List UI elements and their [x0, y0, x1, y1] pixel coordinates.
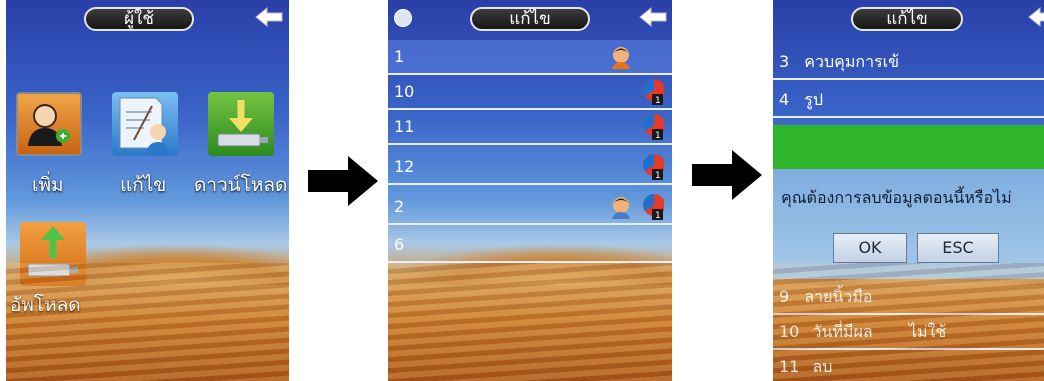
user-id: 12 [394, 157, 415, 176]
user-id: 10 [394, 82, 415, 101]
field-number: 11 [779, 357, 800, 376]
upload-icon [27, 226, 78, 277]
user-id: 2 [394, 197, 405, 216]
arrow-right-icon [308, 156, 378, 206]
download-button[interactable] [208, 92, 274, 156]
face-icon [612, 197, 630, 219]
add-user-button[interactable] [16, 92, 82, 156]
edit-user-icon [119, 97, 170, 154]
card-icon: 1 [643, 79, 664, 106]
download-icon [217, 100, 268, 147]
field-label: ควบคุมการเข้ [804, 52, 900, 71]
dialog-message: คุณต้องการลบข้อมูลตอนนี้หรือไม่ [781, 188, 1012, 207]
title-bar: ผู้ใช้ [6, 0, 289, 34]
svg-text:1: 1 [655, 211, 661, 221]
user-id: 11 [394, 117, 415, 136]
add-user-icon [28, 104, 70, 146]
field-number: 3 [779, 52, 790, 71]
field-number: 4 [779, 90, 790, 109]
field-row-effective-date[interactable]: 10 วันที่มีผล ไม่ใช้ [773, 315, 1044, 350]
upload-button[interactable] [20, 222, 86, 286]
user-row[interactable]: 12 1 [388, 150, 672, 185]
download-label: ดาวน์โหลด [194, 174, 288, 196]
confirm-dialog: คุณต้องการลบข้อมูลตอนนี้หรือไม่ OK ESC [773, 169, 1044, 279]
upload-label: อัพโหลด [10, 294, 81, 316]
field-number: 9 [779, 287, 790, 306]
back-arrow-icon[interactable] [1027, 6, 1044, 28]
user-row[interactable]: 11 1 [388, 110, 672, 145]
field-value: ไม่ใช้ [909, 322, 947, 341]
svg-text:1: 1 [655, 96, 661, 106]
menu-dot-button[interactable] [394, 9, 412, 27]
back-arrow-icon[interactable] [638, 6, 670, 28]
arrow-right-icon [692, 150, 762, 200]
card-icon: 1 [643, 194, 664, 221]
title-bar: แก้ไข [388, 0, 672, 34]
field-label: รูป [804, 90, 824, 109]
field-row-photo[interactable]: 4 รูป [773, 83, 1044, 118]
field-row-delete[interactable]: 11 ลบ [773, 350, 1044, 381]
user-row[interactable]: 6 [388, 228, 672, 263]
edit-user-button[interactable] [112, 92, 178, 156]
title-bar: แก้ไข [773, 0, 1044, 34]
user-menu-screen: ผู้ใช้ เพิ่ม แก้ไข ดาวน์โหลด อัพโหลด [6, 0, 289, 381]
edit-user-label: แก้ไข [120, 174, 167, 196]
esc-button[interactable]: ESC [917, 233, 999, 263]
field-number: 10 [779, 322, 800, 341]
field-row-fingerprint[interactable]: 9 ลายนิ้วมือ [773, 280, 1044, 315]
face-icon [612, 47, 630, 69]
field-label: ลบ [812, 357, 833, 376]
svg-text:1: 1 [655, 131, 661, 141]
back-arrow-icon[interactable] [254, 6, 286, 28]
page-title: แก้ไข [470, 7, 590, 31]
page-title: แก้ไข [851, 7, 963, 31]
card-icon: 1 [643, 154, 664, 181]
field-label: ลายนิ้วมือ [804, 287, 873, 306]
highlight-band [773, 125, 1044, 169]
page-title: ผู้ใช้ [84, 7, 194, 31]
user-row[interactable]: 2 1 [388, 190, 672, 225]
add-user-label: เพิ่ม [32, 174, 64, 196]
field-row-access-control[interactable]: 3 ควบคุมการเข้ [773, 45, 1044, 80]
delete-confirm-screen: แก้ไข 3 ควบคุมการเข้ 4 รูป คุณต้องการลบข… [773, 0, 1044, 381]
ok-button[interactable]: OK [833, 233, 907, 263]
user-id: 1 [394, 47, 405, 66]
user-id: 6 [394, 235, 405, 254]
field-label: วันที่มีผล [812, 322, 873, 341]
user-row[interactable]: 10 1 [388, 75, 672, 110]
svg-text:1: 1 [655, 171, 661, 181]
stage: ผู้ใช้ เพิ่ม แก้ไข ดาวน์โหลด อัพโหลด แก้… [0, 0, 1044, 381]
card-icon: 1 [643, 114, 664, 141]
user-row[interactable]: 1 [388, 40, 672, 75]
edit-user-list-screen: แก้ไข 1 10 1 11 1 12 1 2 1 6 [388, 0, 672, 381]
